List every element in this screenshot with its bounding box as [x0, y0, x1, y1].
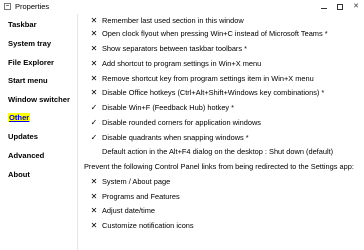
sidebar: Taskbar System tray File Explorer Start … — [0, 14, 77, 250]
toggle-mark: ✕ — [90, 44, 98, 53]
sidebar-item-other[interactable]: Other — [8, 113, 31, 122]
sidebar-item-advanced[interactable]: Advanced — [8, 151, 44, 160]
window-title: Properties — [15, 2, 50, 11]
checkmark-icon: ✓ — [90, 103, 98, 112]
toggle-mark: ✕ — [90, 59, 98, 68]
sidebar-item-taskbar[interactable]: Taskbar — [8, 20, 37, 29]
sidebar-item-updates[interactable]: Updates — [8, 132, 38, 141]
toggle-mark: ✕ — [90, 192, 98, 201]
minimize-button[interactable] — [316, 1, 332, 13]
settings-panel: ✕ Remember last used section in this win… — [84, 16, 354, 230]
toggle-mark: ✕ — [90, 74, 98, 83]
sidebar-item-start-menu[interactable]: Start menu — [8, 76, 48, 85]
title-bar: Properties ✕ — [0, 0, 364, 14]
sidebar-item-window-switcher[interactable]: Window switcher — [8, 95, 70, 104]
app-icon — [4, 3, 11, 10]
sidebar-item-system-tray[interactable]: System tray — [8, 39, 51, 48]
toggle-mark: ✕ — [90, 177, 98, 186]
sidebar-item-file-explorer[interactable]: File Explorer — [8, 58, 54, 67]
checkmark-icon: ✓ — [90, 118, 98, 127]
close-button[interactable]: ✕ — [348, 1, 364, 13]
maximize-button[interactable] — [332, 1, 348, 13]
toggle-mark: ✕ — [90, 221, 98, 230]
toggle-mark: ✕ — [90, 29, 98, 38]
toggle-mark: ✕ — [90, 16, 98, 25]
toggle-mark: ✕ — [90, 88, 98, 97]
checkmark-icon: ✓ — [90, 133, 98, 142]
sidebar-item-about[interactable]: About — [8, 170, 30, 179]
toggle-mark: ✕ — [90, 206, 98, 215]
